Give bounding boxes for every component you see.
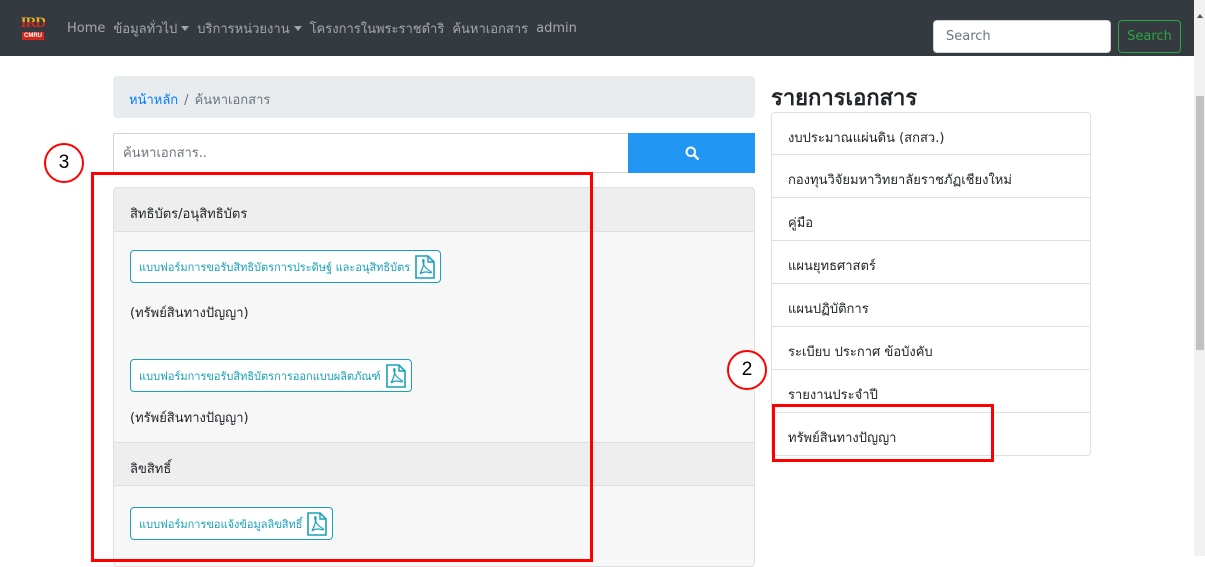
document-category-list: งบประมาณแผ่นดิน (สกสว.) กองทุนวิจัยมหาวิ… bbox=[771, 112, 1091, 456]
sidebar-item-university-research-fund[interactable]: กองทุนวิจัยมหาวิทยาลัยราชภัฏเชียงใหม่ bbox=[771, 155, 1091, 198]
scroll-up-arrow-icon[interactable] bbox=[1197, 14, 1203, 18]
document-label: แบบฟอร์มการขอรับสิทธิบัตรการประดิษฐ์ และ… bbox=[139, 260, 411, 274]
document-label: แบบฟอร์มการขอรับสิทธิบัตรการออกแบบผลิตภั… bbox=[139, 369, 381, 383]
breadcrumb: หน้าหลัก / ค้นหาเอกสาร bbox=[113, 76, 755, 118]
sidebar-item-action-plan[interactable]: แผนปฏิบัติการ bbox=[771, 284, 1091, 327]
sidebar-item-national-budget[interactable]: งบประมาณแผ่นดิน (สกสว.) bbox=[771, 112, 1091, 155]
nav-item-royal-projects[interactable]: โครงการในพระราชดำริ bbox=[310, 18, 445, 39]
ird-cmru-logo[interactable]: IRD CMRU bbox=[18, 13, 48, 43]
caret-down-icon bbox=[293, 25, 302, 31]
breadcrumb-separator: / bbox=[184, 93, 189, 108]
download-design-patent-form-button[interactable]: แบบฟอร์มการขอรับสิทธิบัตรการออกแบบผลิตภั… bbox=[130, 359, 412, 392]
page-scrollbar[interactable] bbox=[1194, 0, 1205, 556]
nav-item-services[interactable]: บริการหน่วยงาน bbox=[197, 18, 302, 39]
nav-item-general-info[interactable]: ข้อมูลทั่วไป bbox=[113, 18, 190, 39]
document-search-input[interactable] bbox=[113, 133, 629, 173]
breadcrumb-current: ค้นหาเอกสาร bbox=[194, 93, 271, 108]
annotation-marker: 2 bbox=[727, 350, 767, 390]
nav-item-admin[interactable]: admin bbox=[536, 21, 577, 36]
nav-item-document-search[interactable]: ค้นหาเอกสาร bbox=[452, 18, 528, 39]
sidebar-item-strategic-plan[interactable]: แผนยุทธศาสตร์ bbox=[771, 241, 1091, 284]
nav-item-home[interactable]: Home bbox=[67, 21, 105, 36]
pdf-file-icon bbox=[385, 363, 407, 388]
download-patent-invention-form-button[interactable]: แบบฟอร์มการขอรับสิทธิบัตรการประดิษฐ์ และ… bbox=[130, 250, 442, 283]
documents-card: สิทธิบัตร/อนุสิทธิบัตร แบบฟอร์มการขอรับส… bbox=[113, 187, 755, 567]
section-title: ลิขสิทธิ์ bbox=[130, 462, 172, 477]
document-category-label: (ทรัพย์สินทางปัญญา) bbox=[130, 411, 249, 426]
document-search-button[interactable] bbox=[628, 133, 755, 173]
section-title: สิทธิบัตร/อนุสิทธิบัตร bbox=[130, 207, 248, 222]
annotation-marker: 3 bbox=[44, 143, 84, 183]
caret-down-icon bbox=[181, 25, 190, 31]
download-copyright-form-button[interactable]: แบบฟอร์มการขอแจ้งข้อมูลลิขสิทธิ์ bbox=[130, 507, 334, 540]
document-label: แบบฟอร์มการขอแจ้งข้อมูลลิขสิทธิ์ bbox=[139, 517, 303, 531]
sidebar-item-manual[interactable]: คู่มือ bbox=[771, 198, 1091, 241]
pdf-file-icon bbox=[414, 254, 436, 279]
scrollbar-thumb[interactable] bbox=[1196, 96, 1204, 350]
nav-menu: Home ข้อมูลทั่วไป บริการหน่วยงาน โครงการ… bbox=[67, 0, 585, 56]
sidebar-item-regulations[interactable]: ระเบียบ ประกาศ ข้อบังคับ bbox=[771, 327, 1091, 370]
sidebar-title: รายการเอกสาร bbox=[771, 86, 918, 111]
navbar-search-button[interactable]: Search bbox=[1118, 20, 1181, 53]
section-header-copyright: ลิขสิทธิ์ bbox=[114, 442, 754, 486]
sidebar-item-annual-report[interactable]: รายงานประจำปี bbox=[771, 370, 1091, 413]
logo-text-bottom: CMRU bbox=[22, 32, 44, 40]
navbar-search-input[interactable] bbox=[933, 20, 1111, 53]
breadcrumb-home-link[interactable]: หน้าหลัก bbox=[129, 93, 178, 108]
section-header-patent: สิทธิบัตร/อนุสิทธิบัตร bbox=[114, 188, 754, 232]
logo-text-top: IRD bbox=[20, 15, 46, 31]
document-category-label: (ทรัพย์สินทางปัญญา) bbox=[130, 306, 249, 321]
sidebar-item-intellectual-property[interactable]: ทรัพย์สินทางปัญญา bbox=[771, 413, 1091, 456]
pdf-file-icon bbox=[306, 511, 328, 536]
search-icon bbox=[685, 146, 699, 160]
